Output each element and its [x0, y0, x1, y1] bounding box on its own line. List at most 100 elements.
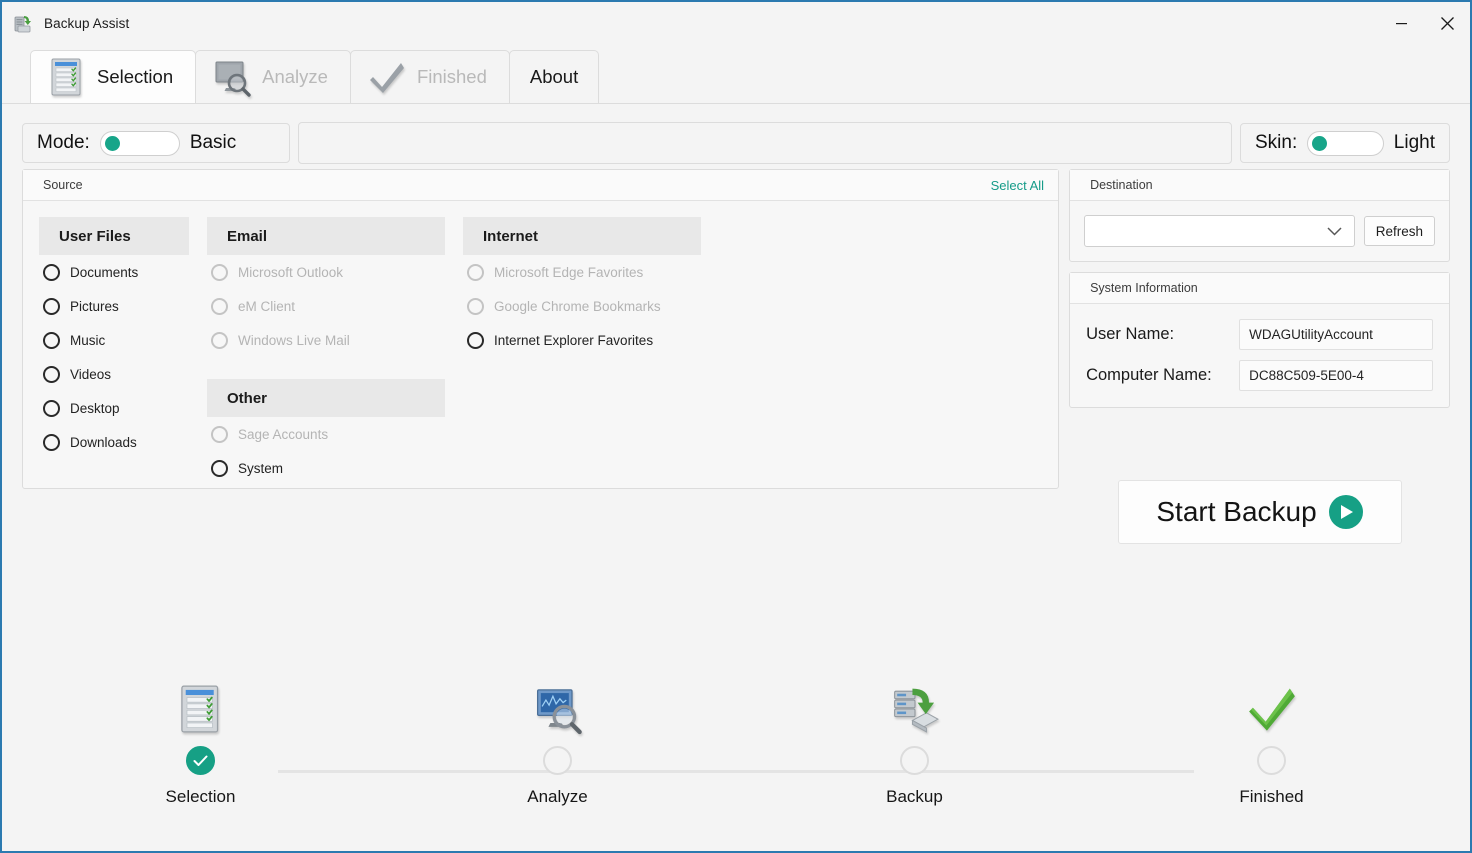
step-label: Analyze — [527, 787, 588, 806]
green-check-icon — [1244, 681, 1300, 737]
option-pictures[interactable]: Pictures — [39, 289, 189, 323]
tab-label: About — [529, 66, 579, 87]
system-information-title: System Information — [1090, 281, 1198, 295]
radio-icon — [467, 331, 484, 349]
skin-toggle-group: Skin: Light — [1240, 123, 1450, 163]
option-internet-explorer-favorites[interactable]: Internet Explorer Favorites — [463, 323, 701, 357]
source-title: Source — [43, 178, 83, 192]
play-icon — [1328, 495, 1363, 529]
source-panel-header: Source Select All — [23, 170, 1059, 201]
system-information-panel: System Information User Name: WDAGUtilit… — [1069, 272, 1450, 408]
tab-label: Finished — [416, 66, 487, 87]
source-column-internet: Internet Microsoft Edge Favorites Google… — [463, 217, 701, 488]
title-bar: Backup Assist — [2, 2, 1470, 45]
step-selection[interactable]: Selection — [22, 681, 379, 831]
step-indicator[interactable] — [543, 746, 572, 775]
select-all-link[interactable]: Select All — [991, 178, 1044, 193]
tab-analyze[interactable]: Analyze — [195, 50, 351, 103]
option-desktop[interactable]: Desktop — [39, 391, 189, 425]
option-microsoft-outlook[interactable]: Microsoft Outlook — [207, 255, 445, 289]
content-area: Mode: Basic Skin: Light Source Select Al… — [2, 103, 1470, 851]
option-google-chrome-bookmarks[interactable]: Google Chrome Bookmarks — [463, 289, 701, 323]
window-title: Backup Assist — [44, 16, 130, 31]
step-indicator[interactable] — [1257, 746, 1286, 775]
group-header: Email — [207, 217, 445, 255]
option-downloads[interactable]: Downloads — [39, 425, 189, 459]
option-videos[interactable]: Videos — [39, 357, 189, 391]
close-icon[interactable] — [1424, 2, 1470, 45]
radio-icon — [43, 331, 60, 349]
mode-toggle[interactable] — [99, 130, 180, 156]
option-label: Sage Accounts — [238, 426, 329, 442]
option-label: Documents — [70, 264, 139, 280]
tab-finished[interactable]: Finished — [349, 50, 510, 103]
progress-stepper: Selection Analyze Backup Finished — [22, 681, 1450, 831]
radio-icon — [43, 263, 60, 281]
destination-body: Refresh — [1070, 201, 1449, 261]
option-em-client[interactable]: eM Client — [207, 289, 445, 323]
destination-panel-header: Destination — [1070, 170, 1449, 201]
option-documents[interactable]: Documents — [39, 255, 189, 289]
toggle-knob — [1312, 135, 1328, 151]
step-label: Finished — [1239, 787, 1304, 806]
option-microsoft-edge-favorites[interactable]: Microsoft Edge Favorites — [463, 255, 701, 289]
mode-label: Mode: — [37, 132, 90, 153]
option-label: Microsoft Outlook — [238, 264, 344, 280]
start-backup-button[interactable]: Start Backup — [1117, 480, 1402, 544]
group-header: Internet — [463, 217, 701, 255]
group-header: User Files — [39, 217, 189, 255]
checklist-icon — [173, 681, 229, 737]
tab-label: Selection — [97, 66, 174, 87]
radio-icon — [211, 459, 228, 477]
step-indicator[interactable] — [900, 746, 929, 775]
app-window: Backup Assist Selection Analyze Finished… — [0, 0, 1472, 853]
option-music[interactable]: Music — [39, 323, 189, 357]
option-label: Pictures — [70, 298, 119, 314]
option-label: Microsoft Edge Favorites — [494, 264, 644, 280]
minimize-icon[interactable] — [1378, 2, 1424, 45]
stepper-steps: Selection Analyze Backup Finished — [22, 681, 1450, 831]
skin-value: Light — [1393, 132, 1435, 153]
start-backup-label: Start Backup — [1156, 496, 1317, 527]
checklist-icon — [45, 55, 89, 99]
tab-about[interactable]: About — [508, 50, 600, 103]
tab-label: Analyze — [262, 66, 328, 87]
option-label: Google Chrome Bookmarks — [494, 298, 661, 314]
step-label: Selection — [165, 787, 236, 806]
radio-icon — [467, 263, 484, 281]
step-finished[interactable]: Finished — [1093, 681, 1450, 831]
system-info-row: Computer Name: DC88C509-5E00-4 — [1086, 357, 1433, 393]
option-windows-live-mail[interactable]: Windows Live Mail — [207, 323, 445, 357]
mode-toggle-group: Mode: Basic — [22, 123, 290, 163]
skin-toggle[interactable] — [1307, 130, 1384, 156]
option-label: Downloads — [70, 434, 137, 450]
radio-icon — [211, 425, 228, 443]
step-backup[interactable]: Backup — [736, 681, 1093, 831]
option-label: System — [238, 460, 284, 476]
mode-value: Basic — [189, 132, 237, 153]
option-system[interactable]: System — [207, 451, 445, 485]
radio-icon — [43, 365, 60, 383]
radio-icon — [211, 263, 228, 281]
user-name-value: WDAGUtilityAccount — [1239, 318, 1433, 350]
step-indicator[interactable] — [186, 746, 215, 775]
option-label: Music — [70, 332, 106, 348]
chevron-down-icon — [1327, 226, 1342, 236]
destination-select[interactable] — [1084, 215, 1355, 247]
option-sage-accounts[interactable]: Sage Accounts — [207, 417, 445, 451]
step-label: Backup — [886, 787, 943, 806]
system-info-row: User Name: WDAGUtilityAccount — [1086, 316, 1433, 352]
tab-selection[interactable]: Selection — [30, 50, 197, 103]
toggle-knob — [104, 135, 120, 151]
option-label: Videos — [70, 366, 112, 382]
option-label: Windows Live Mail — [238, 332, 350, 348]
start-backup-wrap: Start Backup — [1069, 480, 1450, 544]
step-analyze[interactable]: Analyze — [379, 681, 736, 831]
tab-strip: Selection Analyze Finished About — [2, 45, 1470, 103]
system-information-body: User Name: WDAGUtilityAccount Computer N… — [1070, 304, 1449, 407]
right-column: Destination Refresh System Information U… — [1069, 169, 1450, 544]
backup-app-icon — [13, 14, 33, 34]
refresh-button[interactable]: Refresh — [1363, 216, 1435, 246]
source-panel: Source Select All User Files Documents P — [22, 169, 1060, 489]
